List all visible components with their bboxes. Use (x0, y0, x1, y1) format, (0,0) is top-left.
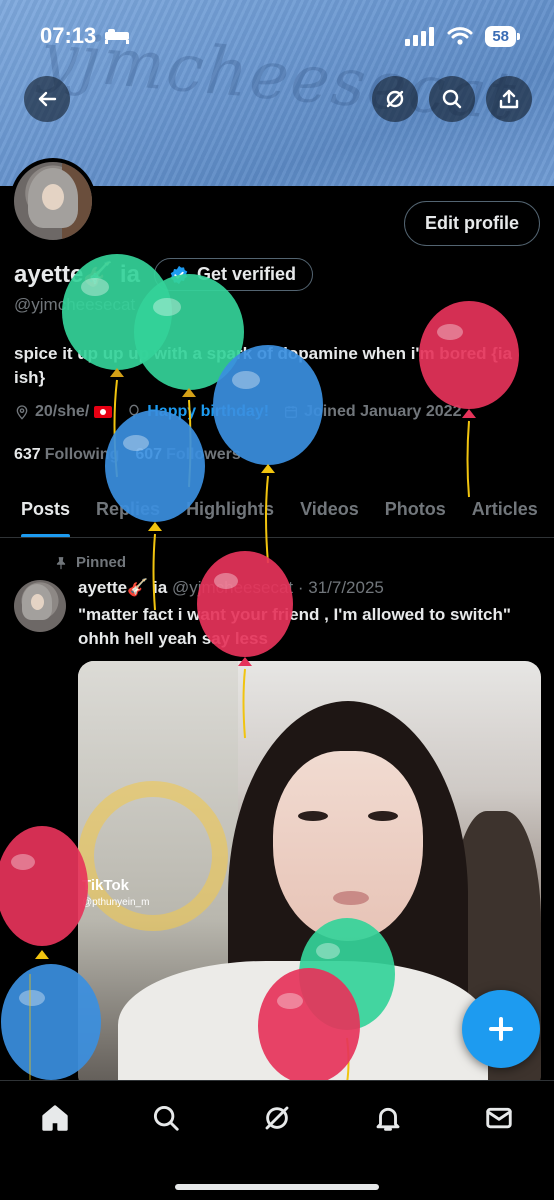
balloon-red (0, 826, 91, 981)
share-button[interactable] (486, 76, 532, 122)
nav-grok[interactable] (247, 1103, 307, 1143)
notifications-icon (376, 1107, 400, 1131)
balloon-red (418, 300, 523, 505)
grok-icon (265, 1106, 289, 1130)
back-button[interactable] (24, 76, 70, 122)
location-icon (16, 405, 28, 420)
search-icon (442, 89, 462, 109)
bottom-nav (0, 1080, 554, 1200)
media-eye (298, 811, 328, 821)
nav-home[interactable] (25, 1103, 85, 1143)
status-time: 07:13 (40, 23, 130, 49)
plus-icon (489, 1017, 513, 1041)
nav-search[interactable] (136, 1103, 196, 1143)
wifi-icon (447, 27, 473, 45)
post-avatar[interactable] (14, 580, 66, 632)
tiktok-watermark: TikTok @pthunyein_m (82, 877, 149, 911)
balloon-blue (104, 410, 209, 615)
grok-icon (386, 90, 404, 108)
media-lips (333, 891, 369, 905)
arrow-left-icon (38, 91, 57, 107)
nav-notifications[interactable] (358, 1103, 418, 1143)
balloon-red (258, 968, 362, 1093)
following-count: 637 (14, 446, 41, 463)
profile-avatar[interactable] (10, 158, 96, 244)
balloon-blue (0, 964, 105, 1099)
edit-profile-button[interactable]: Edit profile (404, 201, 540, 246)
pin-icon (56, 556, 66, 569)
grok-button[interactable] (372, 76, 418, 122)
balloon-red (196, 550, 296, 745)
compose-button[interactable] (462, 990, 540, 1068)
status-right: 58 (405, 25, 520, 47)
tab-posts[interactable]: Posts (0, 482, 83, 537)
search-icon (154, 1105, 179, 1131)
home-icon (42, 1105, 69, 1131)
media-eye (368, 811, 398, 821)
tiktok-handle: @pthunyein_m (82, 897, 150, 908)
home-indicator (175, 1184, 379, 1190)
messages-icon (485, 1107, 512, 1129)
media-subject-face (273, 751, 423, 941)
balloon-blue (212, 345, 327, 570)
share-icon (499, 89, 519, 109)
clock: 07:13 (40, 23, 97, 48)
search-button[interactable] (429, 76, 475, 122)
bed-icon (105, 29, 130, 44)
signal-icon (405, 27, 435, 46)
status-bar: 07:13 58 (0, 0, 554, 72)
battery-indicator: 58 (485, 25, 520, 47)
nav-messages[interactable] (469, 1103, 529, 1143)
